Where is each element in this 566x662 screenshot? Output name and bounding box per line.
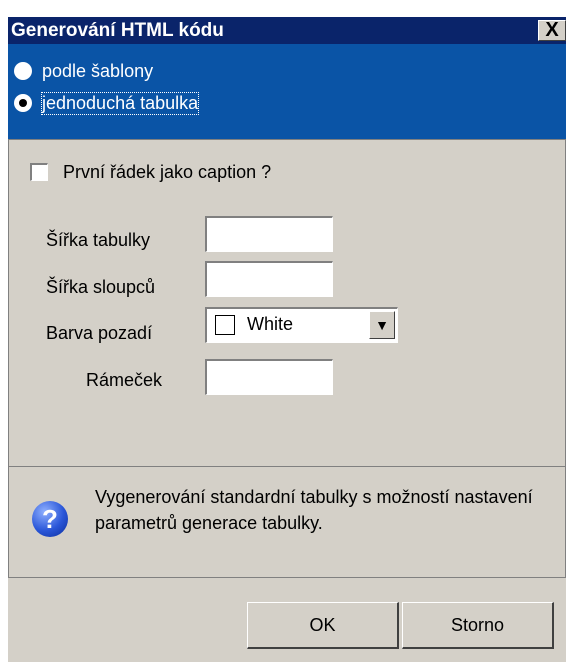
radio-button-icon[interactable] <box>14 94 32 112</box>
radio-button-icon[interactable] <box>14 62 32 80</box>
column-width-label: Šířka sloupců <box>46 277 156 297</box>
radio-simple-table[interactable]: jednoduchá tabulka <box>8 91 566 117</box>
radio-selected-dot <box>19 99 27 107</box>
column-width-input[interactable] <box>205 261 333 297</box>
cancel-button[interactable]: Storno <box>402 602 554 649</box>
border-label: Rámeček <box>86 370 163 390</box>
table-width-label: Šířka tabulky <box>46 230 151 250</box>
options-panel <box>8 139 566 467</box>
radio-template-label[interactable]: podle šablony <box>42 61 153 82</box>
border-input[interactable] <box>205 359 333 395</box>
table-width-input[interactable] <box>205 216 333 252</box>
title-bar[interactable]: Generování HTML kódu X <box>8 17 566 44</box>
close-button[interactable]: X <box>538 20 566 41</box>
chevron-down-icon[interactable]: ▼ <box>369 311 395 339</box>
background-color-value: White <box>247 314 294 334</box>
help-icon: ? <box>32 501 68 537</box>
background-color-label: Barva pozadí <box>46 323 153 343</box>
mode-panel: podle šablony jednoduchá tabulka <box>8 44 566 139</box>
ok-button[interactable]: OK <box>247 602 399 649</box>
caption-checkbox[interactable] <box>30 163 48 181</box>
close-icon: X <box>545 19 559 41</box>
info-text: Vygenerování standardní tabulky s možnos… <box>95 487 533 533</box>
dialog-title: Generování HTML kódu <box>11 20 224 41</box>
background-color-select[interactable]: White ▼ <box>205 307 398 343</box>
radio-template[interactable]: podle šablony <box>8 59 566 85</box>
caption-checkbox-label[interactable]: První řádek jako caption ? <box>63 162 271 183</box>
radio-simple-table-label[interactable]: jednoduchá tabulka <box>40 92 200 115</box>
color-swatch <box>215 315 235 335</box>
